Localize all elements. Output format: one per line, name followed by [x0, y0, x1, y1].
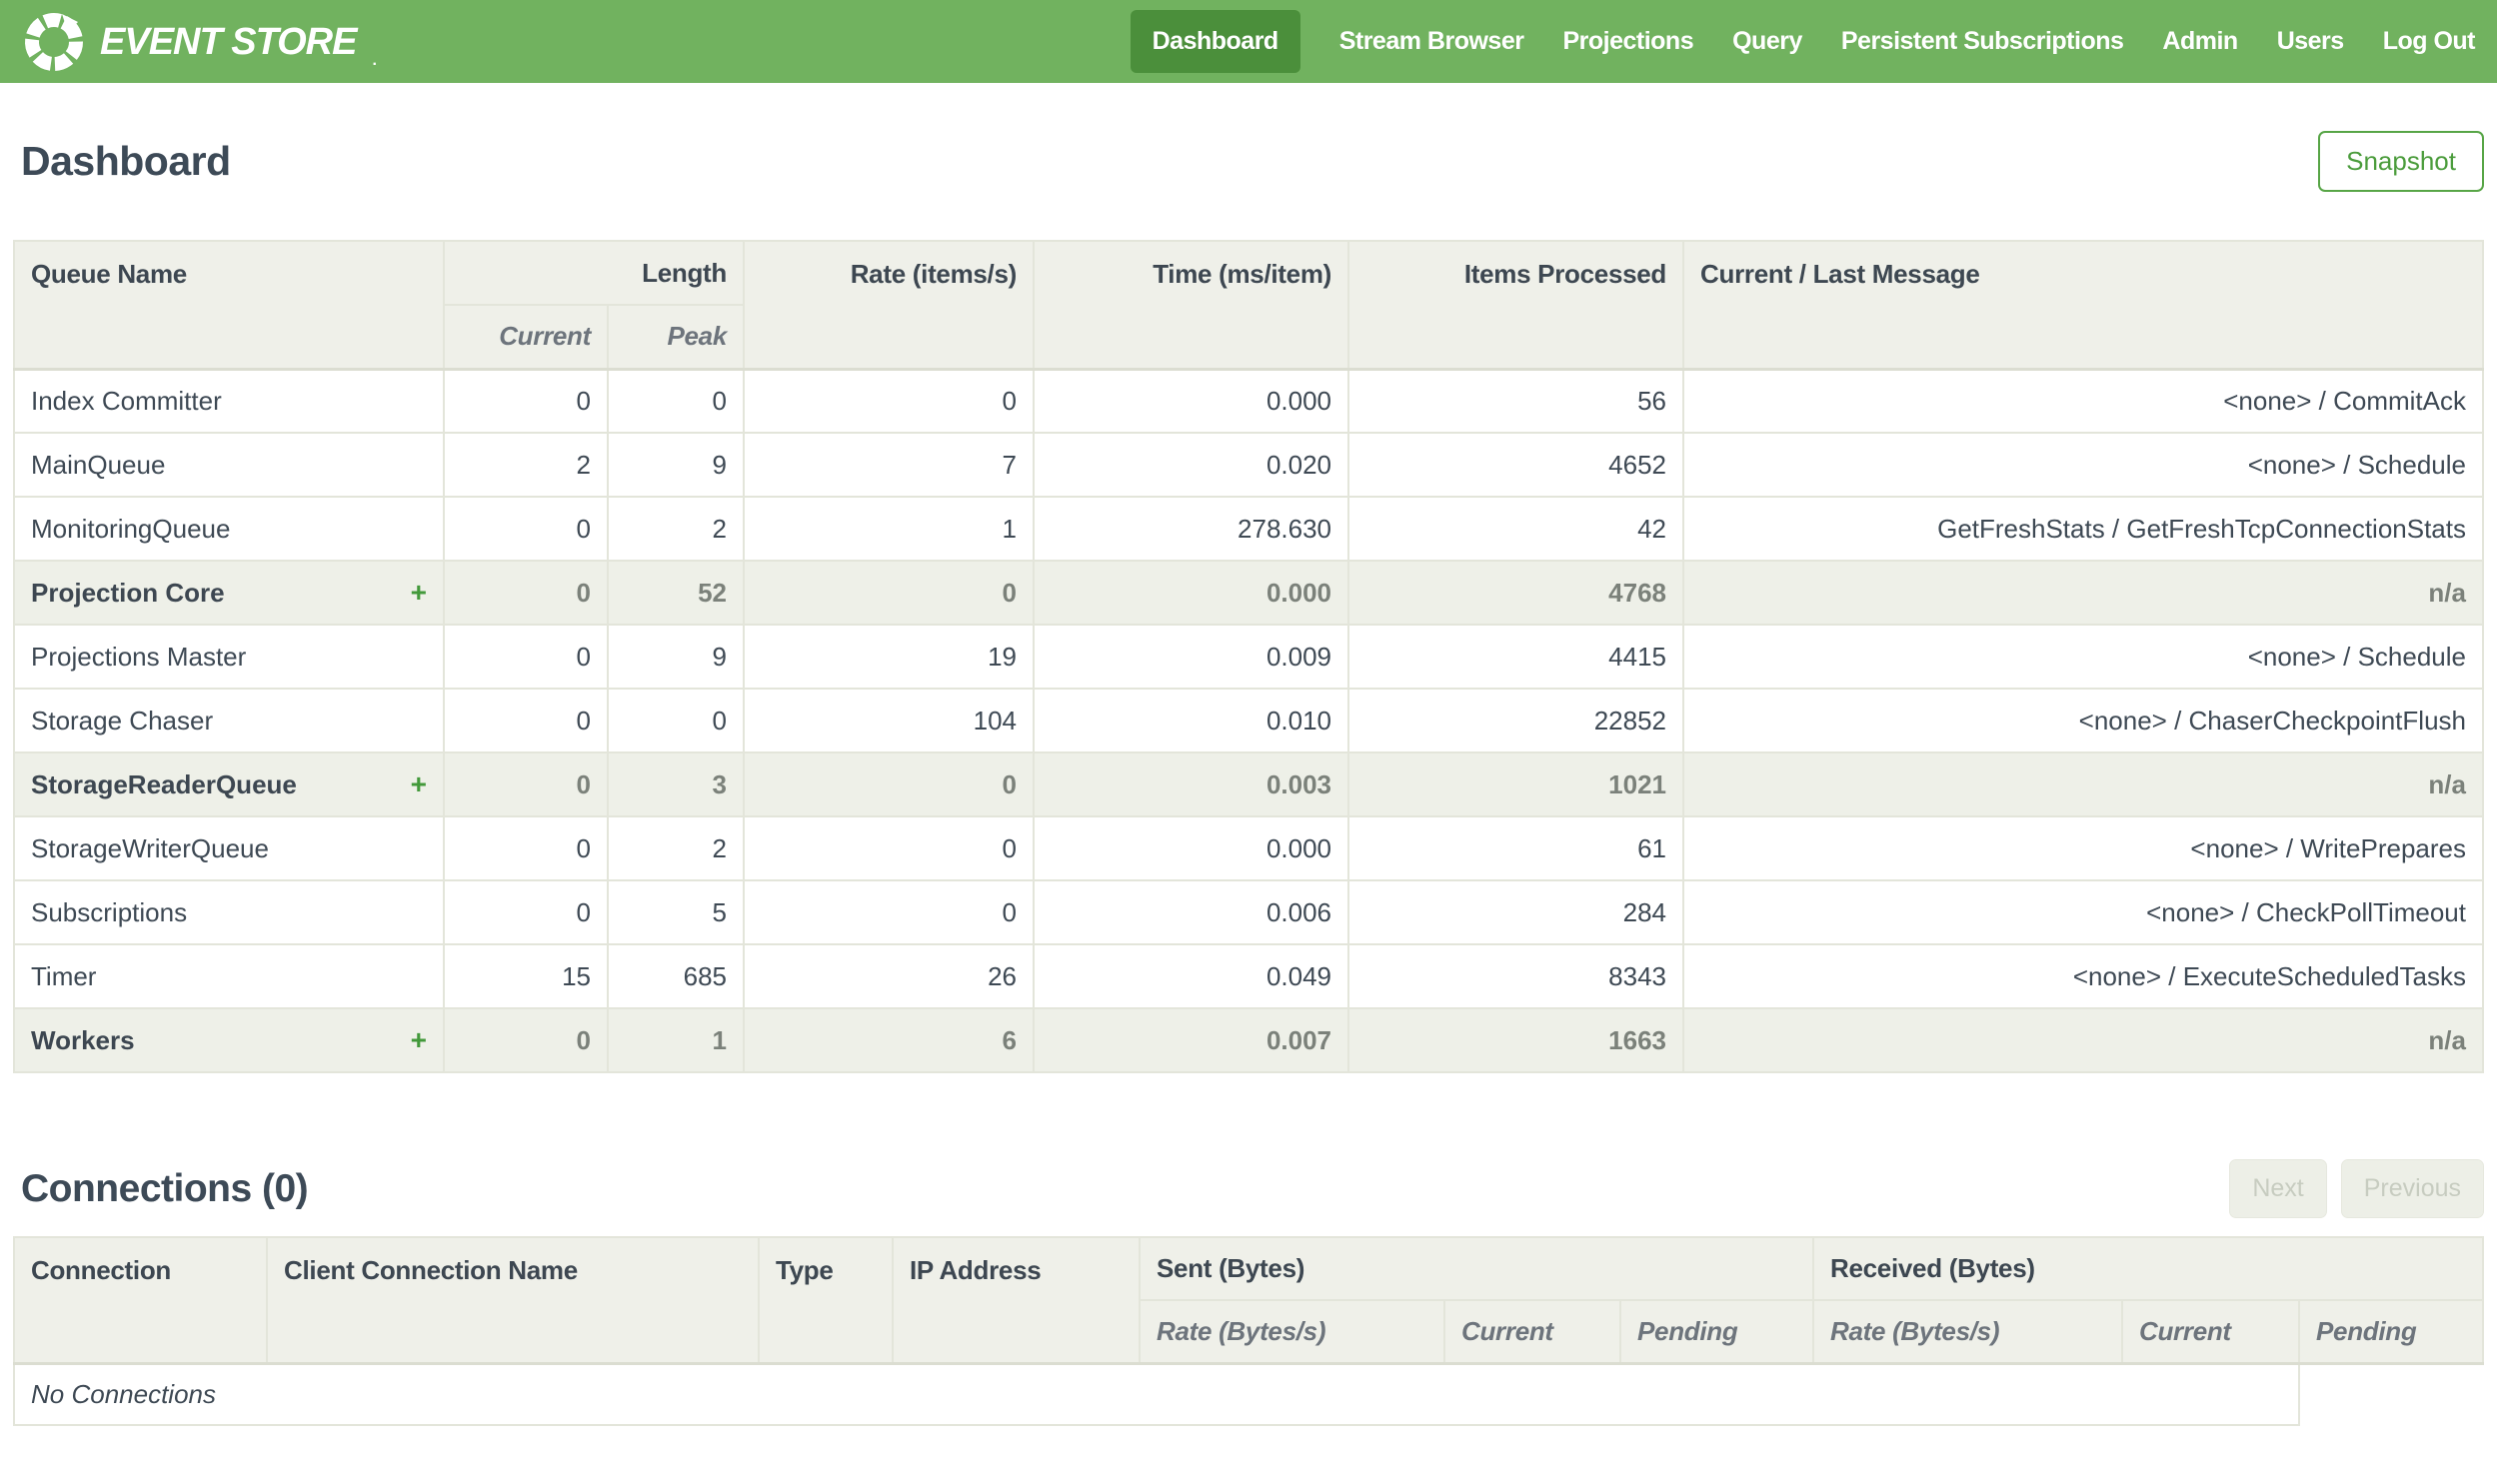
- col-sent-pending: Pending: [1619, 1299, 1814, 1365]
- nav-users[interactable]: Users: [2277, 27, 2345, 56]
- queue-name-cell: MonitoringQueue: [13, 496, 445, 562]
- logo-trademark-dot: .: [372, 51, 377, 69]
- queue-name-cell: Subscriptions: [13, 879, 445, 945]
- col-rate: Rate (items/s): [743, 240, 1036, 371]
- snapshot-button[interactable]: Snapshot: [2318, 131, 2484, 192]
- queues-table: Queue Name Length Rate (items/s) Time (m…: [13, 240, 2484, 1073]
- connections-table: Connection Client Connection Name Type I…: [13, 1236, 2484, 1426]
- col-type: Type: [758, 1236, 894, 1365]
- nav-admin[interactable]: Admin: [2162, 27, 2238, 56]
- event-store-ring-icon: [22, 10, 86, 74]
- table-row-group: Workers + 0 1 6 0.007 1663 n/a: [13, 1007, 2484, 1073]
- no-connections-message: No Connections: [13, 1362, 2299, 1426]
- empty-cell: [2298, 1363, 2483, 1425]
- queue-name-cell: Storage Chaser: [13, 688, 445, 753]
- expand-icon[interactable]: +: [411, 1026, 427, 1054]
- queue-name-cell: Timer: [13, 943, 445, 1009]
- col-ip-address: IP Address: [892, 1236, 1141, 1365]
- table-row: Storage Chaser 0 0 104 0.010 22852 <none…: [13, 688, 2484, 753]
- col-received-bytes: Received (Bytes): [1812, 1236, 2484, 1301]
- expand-icon[interactable]: +: [411, 579, 427, 607]
- expand-icon[interactable]: +: [411, 770, 427, 798]
- table-row: MonitoringQueue 0 2 1 278.630 42 GetFres…: [13, 496, 2484, 562]
- nav-log-out[interactable]: Log Out: [2383, 27, 2476, 56]
- col-received-current: Current: [2121, 1299, 2300, 1365]
- table-row: Projections Master 0 9 19 0.009 4415 <no…: [13, 624, 2484, 690]
- table-row-group: Projection Core + 0 52 0 0.000 4768 n/a: [13, 560, 2484, 626]
- col-message: Current / Last Message: [1682, 240, 2484, 371]
- queue-name-cell: MainQueue: [13, 432, 445, 498]
- page-title: Dashboard: [21, 138, 231, 184]
- table-row: StorageWriterQueue 0 2 0 0.000 61 <none>…: [13, 815, 2484, 881]
- col-length: Length: [442, 240, 746, 306]
- queue-name-cell: Workers +: [13, 1007, 445, 1073]
- connections-pager: Next Previous: [2229, 1159, 2484, 1218]
- col-sent-rate: Rate (Bytes/s): [1139, 1299, 1445, 1365]
- col-length-current: Current: [443, 304, 609, 371]
- queue-name-cell: StorageReaderQueue +: [13, 751, 445, 817]
- queue-name-cell: Index Committer: [13, 368, 445, 434]
- next-button[interactable]: Next: [2229, 1159, 2327, 1218]
- col-received-rate: Rate (Bytes/s): [1812, 1299, 2123, 1365]
- nav-dashboard[interactable]: Dashboard: [1130, 10, 1300, 73]
- main-content: Dashboard Snapshot Queue Name Length Rat…: [0, 131, 2497, 1426]
- nav-projections[interactable]: Projections: [1562, 27, 1693, 56]
- event-store-logo: EVENT STORE .: [22, 10, 377, 74]
- col-client-connection-name: Client Connection Name: [266, 1236, 760, 1365]
- main-nav: Dashboard Stream Browser Projections Que…: [1130, 0, 2476, 83]
- col-sent-current: Current: [1443, 1299, 1621, 1365]
- col-sent-bytes: Sent (Bytes): [1139, 1236, 1814, 1301]
- no-connections-row: No Connections: [13, 1362, 2483, 1426]
- table-row: MainQueue 2 9 7 0.020 4652 <none> / Sche…: [13, 432, 2484, 498]
- col-length-peak: Peak: [606, 304, 746, 371]
- nav-persistent-subscriptions[interactable]: Persistent Subscriptions: [1841, 27, 2124, 56]
- nav-stream-browser[interactable]: Stream Browser: [1339, 27, 1524, 56]
- col-items-processed: Items Processed: [1347, 240, 1685, 371]
- logo-wordmark: EVENT STORE: [100, 20, 357, 63]
- table-row: Subscriptions 0 5 0 0.006 284 <none> / C…: [13, 879, 2484, 945]
- queue-name-cell: Projection Core +: [13, 560, 445, 626]
- col-received-pending: Pending: [2298, 1299, 2484, 1365]
- col-queue-name: Queue Name: [13, 240, 445, 371]
- queue-name-cell: StorageWriterQueue: [13, 815, 445, 881]
- queue-name-cell: Projections Master: [13, 624, 445, 690]
- table-row: Index Committer 0 0 0 0.000 56 <none> / …: [13, 368, 2484, 434]
- col-time: Time (ms/item): [1033, 240, 1350, 371]
- top-navigation-bar: EVENT STORE . Dashboard Stream Browser P…: [0, 0, 2497, 83]
- previous-button[interactable]: Previous: [2340, 1159, 2484, 1218]
- table-row: Timer 15 685 26 0.049 8343 <none> / Exec…: [13, 943, 2484, 1009]
- nav-query[interactable]: Query: [1732, 27, 1802, 56]
- connections-title: Connections (0): [21, 1166, 309, 1210]
- col-connection: Connection: [13, 1236, 268, 1365]
- table-row-group: StorageReaderQueue + 0 3 0 0.003 1021 n/…: [13, 751, 2484, 817]
